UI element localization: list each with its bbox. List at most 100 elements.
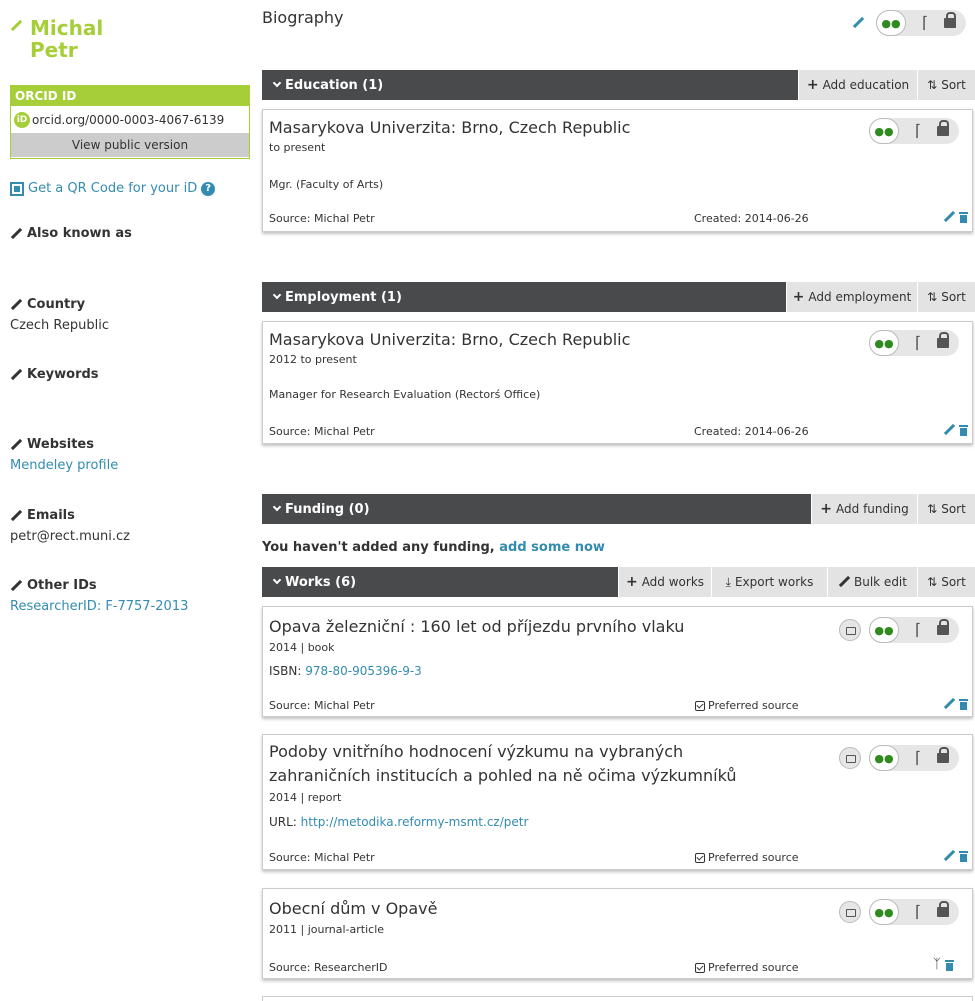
work-id-label: ISBN: <box>269 664 306 678</box>
sort-employment-button[interactable]: ⇅ Sort <box>917 282 975 312</box>
edit-pencil-icon[interactable] <box>943 211 955 223</box>
group-icon[interactable]: ●● <box>869 118 899 144</box>
preferred-source: Preferred source <box>695 699 799 712</box>
work-title: Obecní dům v Opavě <box>269 899 438 918</box>
add-works-label: Add works <box>641 575 705 589</box>
lock-icon[interactable] <box>937 901 949 918</box>
funding-section-bar[interactable]: Funding (0) + Add funding ⇅ Sort <box>262 494 975 524</box>
preferred-source-label: Preferred source <box>708 851 799 864</box>
key-icon[interactable]: ⌈ <box>911 330 925 356</box>
qr-code-link[interactable]: Get a QR Code for your iD ? <box>10 181 216 196</box>
sort-label: Sort <box>941 502 966 516</box>
chevron-down-icon <box>272 78 282 88</box>
edit-biography-pencil-icon[interactable] <box>852 17 864 29</box>
works-section-bar[interactable]: Works (6) + Add works ⤓ Export works Bulk … <box>262 567 975 597</box>
trash-icon[interactable] <box>959 424 968 436</box>
add-funding-label: Add funding <box>836 502 909 516</box>
add-education-button[interactable]: + Add education <box>798 70 917 100</box>
employment-title: Employment (1) <box>285 289 402 305</box>
add-employment-button[interactable]: + Add employment <box>786 282 917 312</box>
also-known-as-heading[interactable]: Also known as <box>10 226 132 241</box>
work-meta: 2014 | book <box>269 641 335 654</box>
sort-education-button[interactable]: ⇅ Sort <box>917 70 975 100</box>
other-ids-heading[interactable]: Other IDs <box>10 578 97 593</box>
website-link[interactable]: Mendeley profile <box>10 458 118 473</box>
group-icon[interactable]: ●● <box>876 10 906 36</box>
work-actions <box>943 850 968 862</box>
work-id-label: URL: <box>269 815 301 829</box>
also-known-as-label: Also known as <box>27 226 132 241</box>
researcher-id-link[interactable]: ResearcherID: F-7757-2013 <box>10 599 188 614</box>
key-icon[interactable]: ⌈ <box>918 10 932 36</box>
employment-section-bar[interactable]: Employment (1) + Add employment ⇅ Sort <box>262 282 975 312</box>
biography-title: Biography <box>262 8 344 27</box>
work-id-link[interactable]: 978-80-905396-9-3 <box>305 664 422 678</box>
edit-pencil-icon <box>838 576 850 588</box>
add-funding-link[interactable]: add some now <box>499 540 605 555</box>
key-icon[interactable]: ⌈ <box>911 899 925 925</box>
work-card: Opava železniční : 160 let od příjezdu p… <box>262 606 973 717</box>
lock-icon[interactable] <box>937 619 949 636</box>
orcid-id-box: ORCID ID iD orcid.org/0000-0003-4067-613… <box>10 85 250 159</box>
work-id-link[interactable]: http://metodika.reformy-msmt.cz/petr <box>301 815 529 829</box>
education-org: Masarykova Univerzita: Brno, Czech Repub… <box>269 118 631 137</box>
lock-icon[interactable] <box>937 332 949 349</box>
keywords-heading[interactable]: Keywords <box>10 367 99 382</box>
trash-icon[interactable] <box>959 698 968 710</box>
work-card-partial <box>262 996 973 1001</box>
work-title: Opava železniční : 160 let od příjezdu p… <box>269 617 685 636</box>
qr-code-link-label: Get a QR Code for your iD <box>28 181 198 196</box>
keywords-label: Keywords <box>27 367 99 382</box>
sort-funding-button[interactable]: ⇅ Sort <box>917 494 975 524</box>
group-icon[interactable]: ●● <box>869 617 899 643</box>
education-created: Created: 2014-06-26 <box>694 212 809 225</box>
employment-org: Masarykova Univerzita: Brno, Czech Repub… <box>269 330 631 349</box>
group-icon[interactable]: ●● <box>869 745 899 771</box>
edit-pencil-icon[interactable] <box>943 850 955 862</box>
work-visibility: ●● ⌈ <box>869 745 959 771</box>
email-value: petr@rect.muni.cz <box>10 529 130 544</box>
preferred-source-label: Preferred source <box>708 961 799 974</box>
view-public-version-button[interactable]: View public version <box>11 133 249 157</box>
sort-works-button[interactable]: ⇅ Sort <box>917 567 975 597</box>
work-visibility: ●● ⌈ <box>869 617 959 643</box>
lock-icon[interactable] <box>937 120 949 137</box>
add-funding-button[interactable]: + Add funding <box>811 494 917 524</box>
employment-created: Created: 2014-06-26 <box>694 425 809 438</box>
group-icon[interactable]: ●● <box>869 330 899 356</box>
education-source: Source: Michal Petr <box>269 212 375 225</box>
emails-label: Emails <box>27 508 75 523</box>
help-icon[interactable]: ? <box>201 181 216 196</box>
work-details-toggle[interactable] <box>839 747 861 769</box>
biography-visibility: ●● ⌈ <box>876 10 966 36</box>
bulk-edit-button[interactable]: Bulk edit <box>827 567 917 597</box>
key-icon[interactable]: ⌈ <box>911 745 925 771</box>
add-works-button[interactable]: + Add works <box>618 567 711 597</box>
country-heading[interactable]: Country <box>10 297 85 312</box>
emails-heading[interactable]: Emails <box>10 508 75 523</box>
edit-pencil-icon[interactable] <box>943 698 955 710</box>
sort-icon: ⇅ <box>927 290 938 304</box>
orcid-id-label: ORCID ID <box>11 86 249 106</box>
lock-icon[interactable] <box>944 12 956 29</box>
work-details-toggle[interactable] <box>839 619 861 641</box>
education-dates: to present <box>269 141 326 154</box>
fork-icon[interactable]: ᛉ <box>933 958 941 971</box>
key-icon[interactable]: ⌈ <box>911 118 925 144</box>
edit-pencil-icon <box>10 369 22 381</box>
work-details-toggle[interactable] <box>839 901 861 923</box>
group-icon[interactable]: ●● <box>869 899 899 925</box>
trash-icon[interactable] <box>959 850 968 862</box>
edit-name-pencil-icon[interactable] <box>10 20 22 32</box>
work-actions: ᛉ <box>933 958 954 971</box>
trash-icon[interactable] <box>944 959 954 971</box>
trash-icon[interactable] <box>959 211 968 223</box>
edit-pencil-icon[interactable] <box>943 424 955 436</box>
key-icon[interactable]: ⌈ <box>911 617 925 643</box>
lock-icon[interactable] <box>937 747 949 764</box>
export-works-button[interactable]: ⤓ Export works <box>711 567 827 597</box>
websites-heading[interactable]: Websites <box>10 437 94 452</box>
preferred-source: Preferred source <box>695 851 799 864</box>
education-section-bar[interactable]: Education (1) + Add education ⇅ Sort <box>262 70 975 100</box>
sort-label: Sort <box>941 290 966 304</box>
